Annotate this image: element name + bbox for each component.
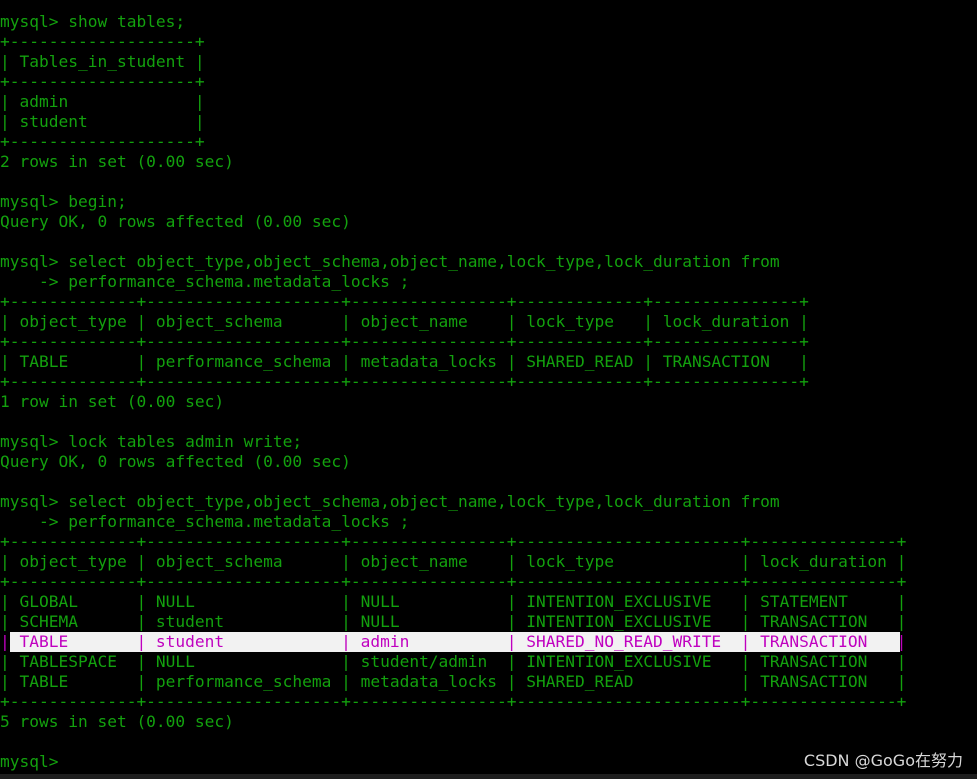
line-text: 1 row in set (0.00 sec) bbox=[0, 392, 225, 411]
prompt-line: mysql> begin; bbox=[0, 192, 977, 212]
line-text: +-------------+--------------------+----… bbox=[0, 532, 907, 551]
csdn-watermark: CSDN @GoGo在努力 bbox=[803, 751, 963, 770]
line-text: | GLOBAL | NULL | NULL | INTENTION_EXCLU… bbox=[0, 592, 907, 611]
line-text: mysql> begin; bbox=[0, 192, 127, 211]
line-text: 5 rows in set (0.00 sec) bbox=[0, 712, 234, 731]
line-text: | student | bbox=[0, 112, 205, 131]
line-text: -> performance_schema.metadata_locks ; bbox=[0, 512, 410, 531]
table-row: | admin | bbox=[0, 92, 977, 112]
line-text: | TABLESPACE | NULL | student/admin | IN… bbox=[0, 652, 907, 671]
table-row: | Tables_in_student | bbox=[0, 52, 977, 72]
table-border: +-------------------+ bbox=[0, 132, 977, 152]
line-text: | object_type | object_schema | object_n… bbox=[0, 552, 907, 571]
continuation-line: -> performance_schema.metadata_locks ; bbox=[0, 512, 977, 532]
line-text: +-------------------+ bbox=[0, 132, 205, 151]
console-bottom-strip bbox=[0, 774, 977, 779]
continuation-line: -> performance_schema.metadata_locks ; bbox=[0, 272, 977, 292]
table-row: | SCHEMA | student | NULL | INTENTION_EX… bbox=[0, 612, 977, 632]
result-status-line: Query OK, 0 rows affected (0.00 sec) bbox=[0, 212, 977, 232]
result-status-line: 5 rows in set (0.00 sec) bbox=[0, 712, 977, 732]
table-border: +-------------------+ bbox=[0, 72, 977, 92]
table-row: | object_type | object_schema | object_n… bbox=[0, 312, 977, 332]
line-text: +-------------+--------------------+----… bbox=[0, 572, 907, 591]
result-status-line: 1 row in set (0.00 sec) bbox=[0, 392, 977, 412]
line-text: +-------------+--------------------+----… bbox=[0, 292, 809, 311]
line-text: +-------------+--------------------+----… bbox=[0, 372, 809, 391]
mysql-console-output[interactable]: mysql> show tables; +-------------------+… bbox=[0, 12, 977, 772]
table-row: | TABLESPACE | NULL | student/admin | IN… bbox=[0, 652, 977, 672]
line-text: mysql> select object_type,object_schema,… bbox=[0, 492, 780, 511]
table-border: +-------------+--------------------+----… bbox=[0, 572, 977, 592]
table-row: | GLOBAL | NULL | NULL | INTENTION_EXCLU… bbox=[0, 592, 977, 612]
line-text: +-------------+--------------------+----… bbox=[0, 332, 809, 351]
table-border: +-------------+--------------------+----… bbox=[0, 332, 977, 352]
table-border: +-------------+--------------------+----… bbox=[0, 372, 977, 392]
line-text: | object_type | object_schema | object_n… bbox=[0, 312, 809, 331]
result-status-line: Query OK, 0 rows affected (0.00 sec) bbox=[0, 452, 977, 472]
table-border: +-------------------+ bbox=[0, 32, 977, 52]
prompt-line: mysql> show tables; bbox=[0, 12, 977, 32]
table-row: | TABLE | performance_schema | metadata_… bbox=[0, 352, 977, 372]
result-status-line: 2 rows in set (0.00 sec) bbox=[0, 152, 977, 172]
prompt-line: mysql> select object_type,object_schema,… bbox=[0, 252, 977, 272]
table-row: | student | bbox=[0, 112, 977, 132]
line-text: +-------------------+ bbox=[0, 32, 205, 51]
line-text: | SCHEMA | student | NULL | INTENTION_EX… bbox=[0, 612, 907, 631]
line-text: +-------------------+ bbox=[0, 72, 205, 91]
table-row-highlighted: | TABLE | student | admin | SHARED_NO_RE… bbox=[0, 632, 977, 652]
table-row: | object_type | object_schema | object_n… bbox=[0, 552, 977, 572]
line-text: -> performance_schema.metadata_locks ; bbox=[0, 272, 410, 291]
table-border: +-------------+--------------------+----… bbox=[0, 692, 977, 712]
table-border: +-------------+--------------------+----… bbox=[0, 292, 977, 312]
prompt-line: mysql> lock tables admin write; bbox=[0, 432, 977, 452]
line-text: | admin | bbox=[0, 92, 205, 111]
table-row: | TABLE | performance_schema | metadata_… bbox=[0, 672, 977, 692]
line-text: | TABLE | performance_schema | metadata_… bbox=[0, 352, 809, 371]
line-text: mysql> select object_type,object_schema,… bbox=[0, 252, 780, 271]
prompt-line: mysql> select object_type,object_schema,… bbox=[0, 492, 977, 512]
line-text: | TABLE | performance_schema | metadata_… bbox=[0, 672, 907, 691]
line-text: mysql> show tables; bbox=[0, 12, 186, 31]
line-text: mysql> bbox=[0, 752, 59, 771]
line-text: | Tables_in_student | bbox=[0, 52, 205, 71]
line-text: +-------------+--------------------+----… bbox=[0, 692, 907, 711]
line-text: mysql> lock tables admin write; bbox=[0, 432, 303, 451]
line-text: 2 rows in set (0.00 sec) bbox=[0, 152, 234, 171]
line-text: Query OK, 0 rows affected (0.00 sec) bbox=[0, 452, 351, 471]
line-text: Query OK, 0 rows affected (0.00 sec) bbox=[0, 212, 351, 231]
table-border: +-------------+--------------------+----… bbox=[0, 532, 977, 552]
line-text: | TABLE | student | admin | SHARED_NO_RE… bbox=[0, 632, 907, 651]
